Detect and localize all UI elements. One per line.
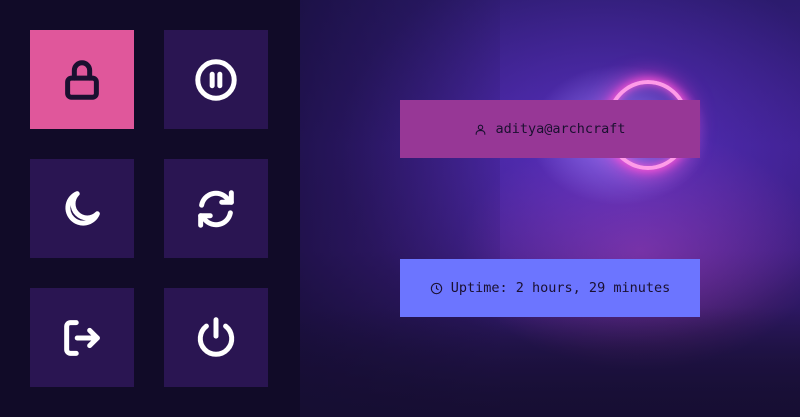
power-menu-sidebar [0, 0, 300, 417]
hibernate-button[interactable] [30, 159, 134, 258]
user-icon [476, 124, 486, 135]
uptime-label: Uptime: 2 hours, 29 minutes [450, 280, 671, 296]
power-icon [197, 316, 235, 357]
moon-icon [65, 190, 100, 226]
shutdown-button[interactable] [164, 288, 268, 387]
refresh-icon [198, 189, 234, 228]
clock-icon [430, 282, 442, 294]
background-image [300, 0, 800, 417]
logout-icon [64, 319, 100, 356]
lock-icon [65, 59, 99, 100]
uptime-card: Uptime: 2 hours, 29 minutes [400, 259, 700, 317]
user-host-label: aditya@archcraft [495, 121, 626, 137]
pause-icon [195, 58, 237, 101]
alley-ground [300, 307, 800, 417]
logout-button[interactable] [30, 288, 134, 387]
lock-button[interactable] [30, 30, 134, 129]
user-card: aditya@archcraft [400, 100, 700, 158]
reboot-button[interactable] [164, 159, 268, 258]
suspend-button[interactable] [164, 30, 268, 129]
